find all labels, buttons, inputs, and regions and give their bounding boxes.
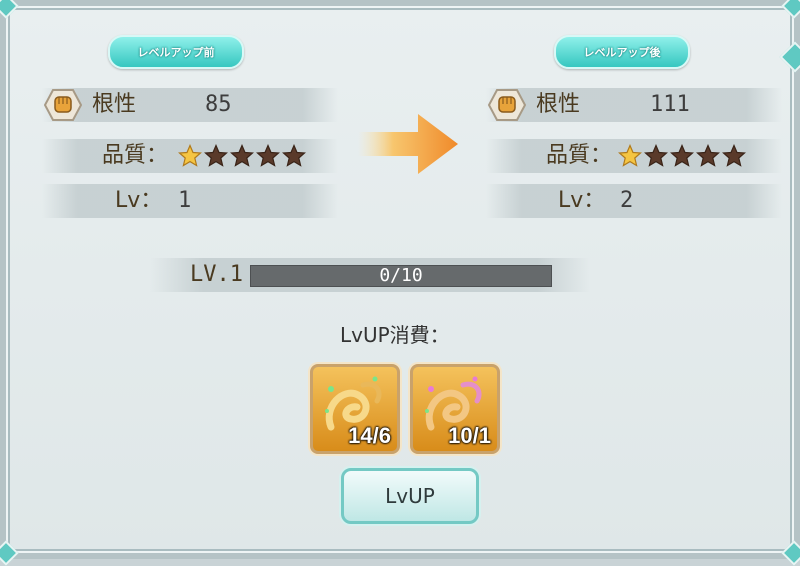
after-header: レベルアップ後 bbox=[554, 35, 690, 69]
after-stat-row bbox=[486, 88, 782, 122]
after-quality-stars bbox=[618, 144, 746, 168]
fist-icon bbox=[488, 89, 526, 121]
after-lv-label: Lv： bbox=[558, 188, 606, 213]
exp-progress-bar: 0/10 bbox=[250, 265, 552, 287]
side-tab-icon[interactable] bbox=[779, 41, 800, 73]
after-lv-row bbox=[486, 184, 782, 218]
star-empty-icon bbox=[204, 144, 228, 167]
arrow-right-icon bbox=[358, 114, 458, 174]
after-quality-label: 品質： bbox=[546, 143, 613, 168]
star-empty-icon bbox=[722, 144, 746, 167]
star-empty-icon bbox=[230, 144, 254, 167]
cost-item-1[interactable]: 14/6 bbox=[310, 364, 400, 454]
before-quality-stars bbox=[178, 144, 306, 168]
after-stat-value: 111 bbox=[650, 92, 690, 117]
before-lv-label: Lv： bbox=[115, 188, 163, 213]
progress-level-label: LV.1 bbox=[190, 262, 243, 287]
star-empty-icon bbox=[282, 144, 306, 167]
before-lv-value: 1 bbox=[178, 188, 192, 213]
star-empty-icon bbox=[670, 144, 694, 167]
corner-ornament-icon bbox=[781, 0, 800, 19]
cost-item-count: 10/1 bbox=[448, 423, 491, 448]
cost-item-2[interactable]: 10/1 bbox=[410, 364, 500, 454]
lvup-button[interactable]: LvUP bbox=[341, 468, 479, 524]
before-stat-label: 根性 bbox=[92, 92, 137, 117]
corner-ornament-icon bbox=[0, 0, 19, 19]
star-empty-icon bbox=[644, 144, 668, 167]
before-stat-value: 85 bbox=[205, 92, 232, 117]
exp-progress-text: 0/10 bbox=[379, 265, 423, 286]
cost-label: LvUP消費： bbox=[340, 323, 450, 347]
before-quality-label: 品質： bbox=[102, 143, 169, 168]
star-filled-icon bbox=[178, 144, 202, 167]
corner-ornament-icon bbox=[781, 540, 800, 566]
cost-item-count: 14/6 bbox=[348, 423, 391, 448]
star-filled-icon bbox=[618, 144, 642, 167]
star-empty-icon bbox=[256, 144, 280, 167]
after-stat-label: 根性 bbox=[536, 92, 581, 117]
fist-icon bbox=[44, 89, 82, 121]
before-header: レベルアップ前 bbox=[108, 35, 244, 69]
corner-ornament-icon bbox=[0, 540, 19, 566]
star-empty-icon bbox=[696, 144, 720, 167]
before-stat-row bbox=[42, 88, 338, 122]
after-lv-value: 2 bbox=[620, 188, 634, 213]
